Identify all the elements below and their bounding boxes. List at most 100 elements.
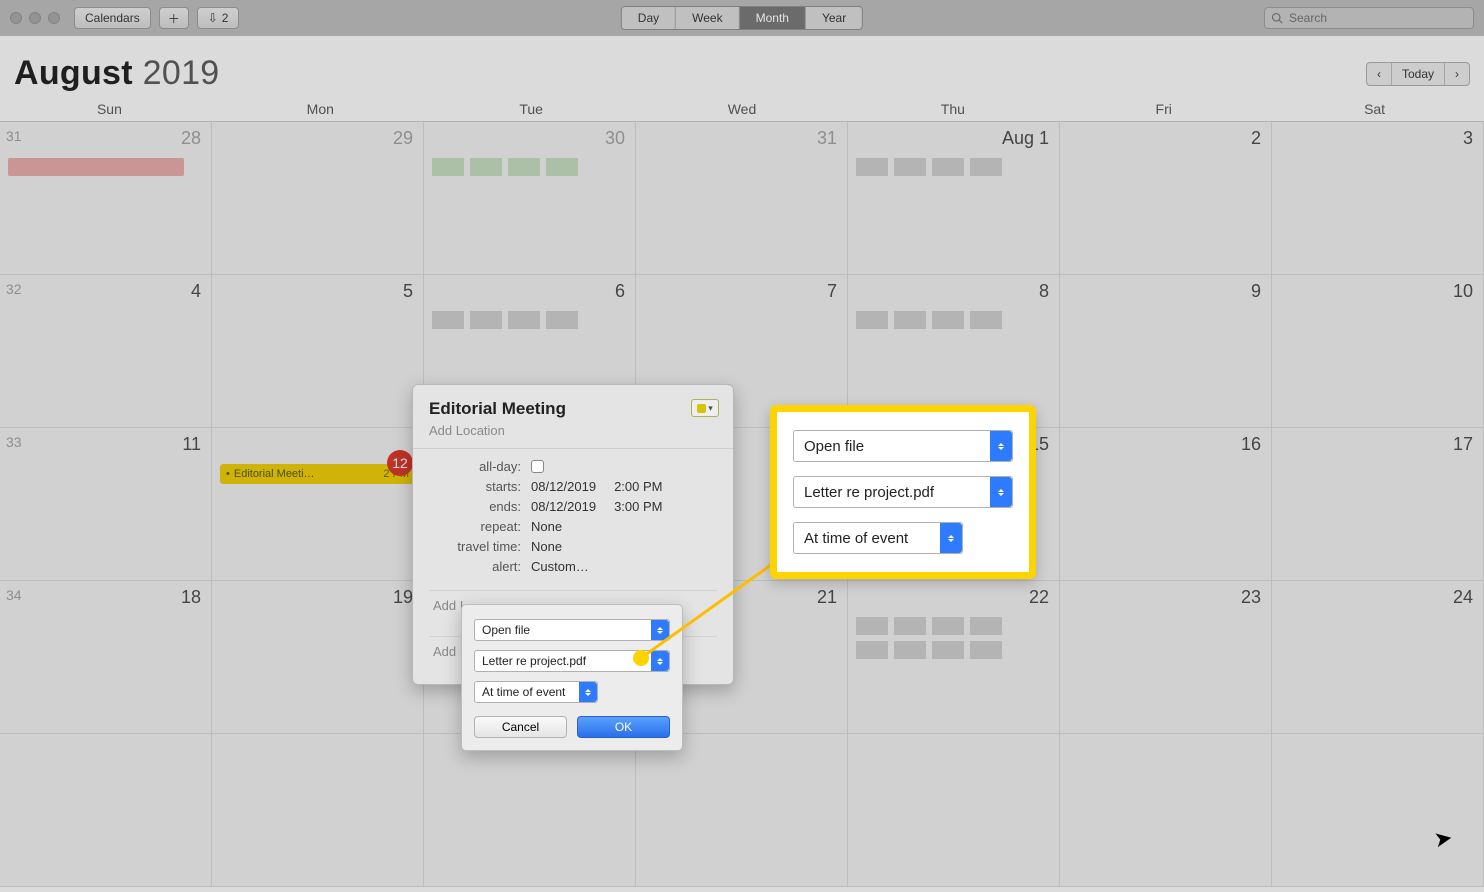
cursor-icon: ➤: [1431, 825, 1454, 854]
event-block[interactable]: [8, 158, 184, 176]
day-cell[interactable]: [636, 734, 848, 887]
day-cell[interactable]: Aug 1: [848, 122, 1060, 275]
page-title: August 2019: [14, 54, 220, 93]
next-button[interactable]: ›: [1445, 63, 1469, 85]
add-button[interactable]: ＋: [159, 7, 189, 29]
day-cell[interactable]: 33 11: [0, 428, 212, 581]
ok-button[interactable]: OK: [577, 716, 670, 738]
day-cell[interactable]: [1060, 734, 1272, 887]
inbox-button[interactable]: ⇩ 2: [197, 7, 240, 29]
weekday-fri: Fri: [1058, 101, 1269, 117]
day-cell[interactable]: 10: [1272, 275, 1484, 428]
day-cell[interactable]: [1272, 734, 1484, 887]
day-number: 2: [1251, 128, 1261, 149]
cancel-button[interactable]: Cancel: [474, 716, 567, 738]
starts-time[interactable]: 2:00 PM: [614, 479, 662, 494]
day-cell[interactable]: 24: [1272, 581, 1484, 734]
label-ends: ends:: [429, 499, 521, 514]
weekday-row: Sun Mon Tue Wed Thu Fri Sat: [0, 101, 1484, 121]
event-block[interactable]: [856, 617, 1051, 635]
day-cell[interactable]: 29: [212, 122, 424, 275]
event-block[interactable]: [432, 158, 627, 176]
divider: [413, 448, 733, 449]
updown-icon: [990, 431, 1012, 461]
repeat-value[interactable]: None: [531, 519, 717, 534]
prev-button[interactable]: ‹: [1367, 63, 1392, 85]
calendars-button[interactable]: Calendars: [74, 7, 151, 29]
title-year: 2019: [143, 54, 220, 92]
day-cell[interactable]: 34 18: [0, 581, 212, 734]
day-number: 21: [817, 587, 837, 608]
calendar-picker[interactable]: ▾: [691, 399, 719, 417]
day-number: 7: [827, 281, 837, 302]
view-week[interactable]: Week: [676, 7, 739, 29]
alert-timing-select[interactable]: At time of event: [474, 681, 598, 703]
day-number: Aug 1: [1002, 128, 1049, 149]
day-number: 4: [191, 281, 201, 302]
zoom-icon[interactable]: [48, 12, 60, 24]
ends-time[interactable]: 3:00 PM: [614, 499, 662, 514]
day-cell[interactable]: 17: [1272, 428, 1484, 581]
day-cell[interactable]: 3: [1272, 122, 1484, 275]
updown-icon: [990, 477, 1012, 507]
allday-checkbox[interactable]: [531, 460, 544, 473]
day-cell[interactable]: [212, 734, 424, 887]
view-month[interactable]: Month: [740, 7, 806, 29]
day-cell[interactable]: 30: [424, 122, 636, 275]
alert-action-select[interactable]: Open file: [474, 619, 670, 641]
day-cell[interactable]: [424, 734, 636, 887]
select-value: At time of event: [482, 685, 565, 699]
day-cell[interactable]: 31 28: [0, 122, 212, 275]
chevron-down-icon: ▾: [708, 403, 713, 414]
day-cell[interactable]: [848, 734, 1060, 887]
minimize-icon[interactable]: [29, 12, 41, 24]
event-title[interactable]: Editorial Meeting: [429, 399, 717, 419]
day-cell[interactable]: 31: [636, 122, 848, 275]
select-value: At time of event: [804, 530, 908, 547]
callout-timing-select[interactable]: At time of event: [793, 522, 963, 554]
row-allday: all-day:: [429, 459, 717, 474]
travel-value[interactable]: None: [531, 539, 717, 554]
add-location-field[interactable]: Add Location: [429, 423, 717, 438]
starts-date[interactable]: 08/12/2019: [531, 479, 596, 494]
day-cell[interactable]: 9: [1060, 275, 1272, 428]
callout-action-select[interactable]: Open file: [793, 430, 1013, 462]
day-cell[interactable]: 16: [1060, 428, 1272, 581]
month-nav: ‹ Today ›: [1366, 62, 1470, 86]
callout-file-select[interactable]: Letter re project.pdf: [793, 476, 1013, 508]
label-repeat: repeat:: [429, 519, 521, 534]
search-placeholder: Search: [1289, 11, 1327, 25]
calendar-color-icon: [697, 404, 706, 413]
search-input[interactable]: Search: [1264, 7, 1474, 29]
select-value: Letter re project.pdf: [804, 484, 934, 501]
today-button[interactable]: Today: [1392, 63, 1445, 85]
view-day[interactable]: Day: [622, 7, 676, 29]
title-month: August: [14, 54, 133, 92]
event-block[interactable]: [856, 158, 1051, 176]
view-year[interactable]: Year: [806, 7, 862, 29]
event-pill[interactable]: • Editorial Meeti… 2 PM: [220, 464, 415, 484]
alert-value[interactable]: Custom…: [531, 559, 717, 574]
event-block[interactable]: [856, 311, 1051, 329]
day-number: 23: [1241, 587, 1261, 608]
event-block[interactable]: [856, 641, 1051, 659]
day-number: 11: [182, 434, 201, 455]
row-ends: ends: 08/12/2019 3:00 PM: [429, 499, 717, 514]
day-cell[interactable]: 2: [1060, 122, 1272, 275]
today-badge: 12: [387, 450, 413, 476]
row-repeat: repeat: None: [429, 519, 717, 534]
search-icon: [1271, 12, 1283, 24]
ends-date[interactable]: 08/12/2019: [531, 499, 596, 514]
day-cell[interactable]: 32 4: [0, 275, 212, 428]
day-cell[interactable]: 12 • Editorial Meeti… 2 PM: [212, 428, 424, 581]
callout-highlight: Open file Letter re project.pdf At time …: [770, 405, 1036, 579]
event-block[interactable]: [432, 311, 627, 329]
day-cell[interactable]: [0, 734, 212, 887]
day-cell[interactable]: 19: [212, 581, 424, 734]
view-segment: Day Week Month Year: [621, 6, 863, 30]
day-cell[interactable]: 23: [1060, 581, 1272, 734]
close-icon[interactable]: [10, 12, 22, 24]
day-cell[interactable]: 22: [848, 581, 1060, 734]
day-cell[interactable]: 5: [212, 275, 424, 428]
day-number: 5: [403, 281, 413, 302]
